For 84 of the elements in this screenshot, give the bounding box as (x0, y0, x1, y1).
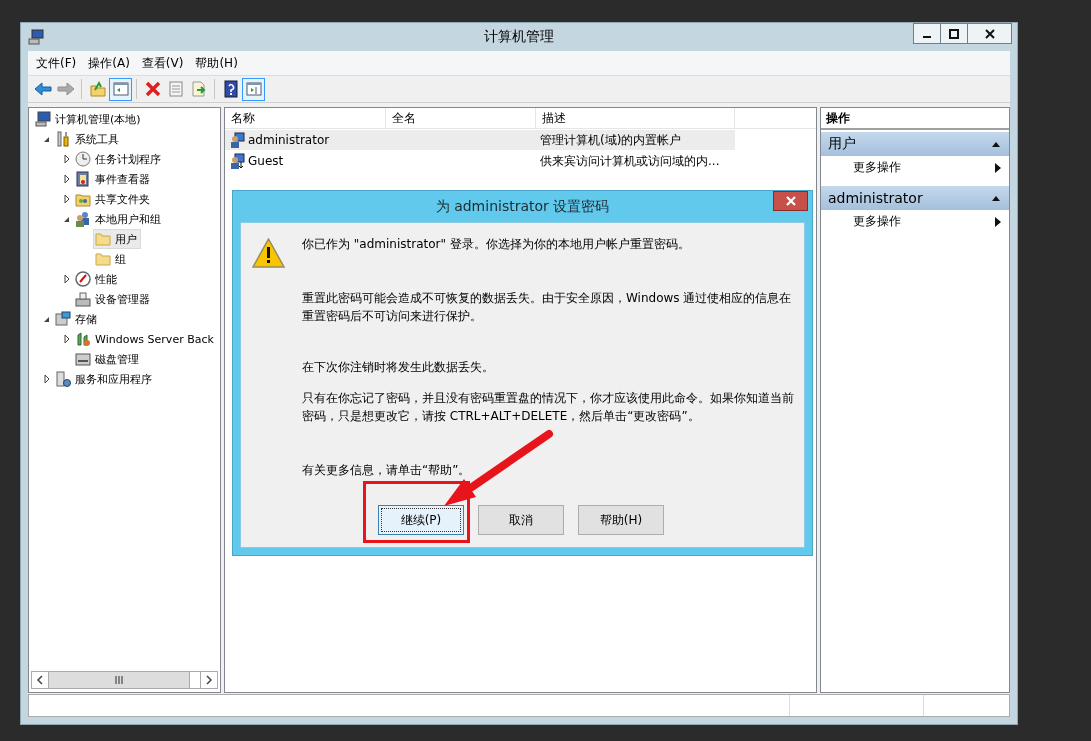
tree-item[interactable]: 计算机管理(本地) (33, 109, 145, 129)
table-cell: 管理计算机(域)的内置帐户 (540, 131, 682, 149)
submenu-arrow-icon (995, 216, 1001, 227)
clock-icon (75, 151, 91, 167)
close-button[interactable] (773, 191, 808, 211)
computer-icon (35, 111, 51, 127)
action-pane-icon (244, 80, 263, 98)
admin-icon (229, 132, 245, 148)
horizontal-scrollbar[interactable] (31, 671, 218, 689)
collapse-triangle-icon[interactable] (991, 140, 1001, 148)
dialog-message: 有关更多信息，请单击“帮助”。 (302, 462, 472, 479)
folder-icon (95, 231, 111, 247)
computer-icon (28, 29, 44, 45)
dialog-message: 重置此密码可能会造成不可恢复的数据丢失。由于安全原因，Windows 通过使相应的信息在重置密码后不可访问来进行保护。 (302, 290, 793, 325)
tools-icon (55, 131, 71, 147)
tree-pane-icon (111, 80, 130, 98)
maximize-button[interactable] (940, 23, 968, 44)
dialog-message: 只有在你忘记了密码，并且没有密码重置盘的情况下，你才应该使用此命令。如果你知道当前密码，只是想更改它，请按 CTRL+ALT+DELETE，然后单击“更改密码”。 (302, 390, 795, 425)
properties-icon (166, 80, 185, 98)
warning-icon (252, 238, 285, 268)
log-icon (75, 171, 91, 187)
close-button[interactable] (967, 23, 1012, 44)
tree-item[interactable]: 设备管理器 (73, 289, 154, 309)
help-icon (221, 80, 240, 98)
dialog-button[interactable]: 取消 (478, 505, 564, 535)
services-icon (55, 371, 71, 387)
list-row[interactable]: administrator 管理计算机(域)的内置帐户 (225, 130, 735, 150)
back-arrow-icon (33, 80, 52, 98)
table-cell: Guest (248, 154, 284, 168)
menu-item[interactable]: 查看(V) (135, 54, 190, 72)
dialog-button[interactable]: 帮助(H) (578, 505, 664, 535)
action-item[interactable]: 更多操作 (821, 156, 1009, 179)
menu-item[interactable]: 文件(F) (30, 54, 83, 72)
tree-item[interactable]: 共享文件夹 (73, 189, 154, 209)
action-group-header[interactable]: 用户 (821, 132, 1009, 156)
window-title: 计算机管理 (484, 28, 554, 46)
tree-item[interactable]: 存储 (53, 309, 101, 329)
dialog-message: 在下次你注销时将发生此数据丢失。 (302, 359, 495, 376)
folder-up-icon (88, 80, 107, 98)
dialog-button[interactable]: 继续(P) (378, 505, 464, 535)
column-header[interactable]: 名称 (225, 108, 386, 128)
backup-icon (75, 331, 91, 347)
tree-item[interactable]: 服务和应用程序 (53, 369, 156, 389)
actions-title: 操作 (821, 108, 1009, 130)
guest-icon (229, 153, 245, 169)
action-item[interactable]: 更多操作 (821, 210, 1009, 233)
close-icon (785, 196, 796, 206)
tree-item[interactable]: 系统工具 (53, 129, 123, 149)
column-header[interactable]: 描述 (536, 108, 735, 128)
share-icon (75, 191, 91, 207)
menu-item[interactable]: 操作(A) (82, 54, 136, 72)
table-cell: administrator (248, 133, 330, 147)
group-title: administrator (828, 190, 923, 206)
tree-item[interactable]: 磁盘管理 (73, 349, 143, 369)
collapse-triangle-icon[interactable] (991, 194, 1001, 202)
tree-item[interactable]: 性能 (73, 269, 121, 289)
tree-item[interactable]: 事件查看器 (73, 169, 154, 189)
gauge-icon (75, 271, 91, 287)
tree-item[interactable]: 组 (93, 249, 130, 269)
tree-item[interactable]: 本地用户和组 (73, 209, 165, 229)
group-title: 用户 (828, 135, 856, 153)
dialog-title: 为 administrator 设置密码 (435, 197, 610, 216)
maximize-icon (949, 28, 959, 39)
list-row[interactable]: Guest 供来宾访问计算机或访问域的内... (225, 151, 735, 171)
forward-arrow-icon (56, 80, 75, 98)
minimize-button[interactable] (913, 23, 941, 44)
action-group-header[interactable]: administrator (821, 186, 1009, 210)
users-icon (75, 211, 91, 227)
tree-item[interactable]: 任务计划程序 (73, 149, 165, 169)
tree-item[interactable]: 用户 (93, 229, 141, 249)
dialog-message: 你已作为 "administrator" 登录。你选择为你的本地用户帐户重置密码。 (302, 236, 691, 253)
column-header[interactable]: 全名 (386, 108, 536, 128)
close-icon (984, 28, 995, 39)
tree-item[interactable]: Windows Server Back (73, 329, 218, 349)
grip-icon (114, 676, 124, 684)
submenu-arrow-icon (995, 162, 1001, 173)
export-icon (189, 80, 208, 98)
menu-item[interactable]: 帮助(H) (189, 54, 244, 72)
delete-icon (143, 80, 162, 98)
table-cell: 供来宾访问计算机或访问域的内... (540, 152, 720, 170)
folder-icon (95, 251, 111, 267)
minimize-icon (923, 35, 931, 38)
device-icon (75, 291, 91, 307)
storage-icon (55, 311, 71, 327)
